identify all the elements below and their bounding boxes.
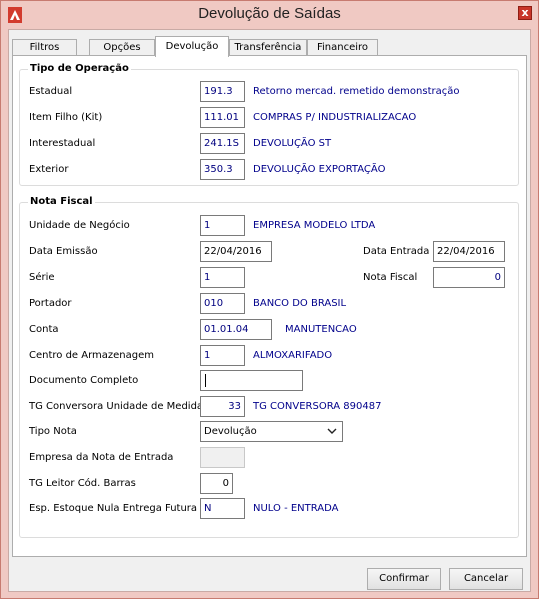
- input-documento-completo[interactable]: [200, 370, 303, 391]
- group-nota-fiscal: Nota Fiscal Unidade de Negócio 1 EMPRESA…: [19, 196, 519, 538]
- label-esp-estoque: Esp. Estoque Nula Entrega Futura: [29, 503, 198, 514]
- desc-centro-armazenagem: ALMOXARIFADO: [253, 350, 333, 361]
- desc-estadual: Retorno mercad. remetido demonstração: [253, 86, 460, 97]
- label-data-emissao: Data Emissão: [29, 246, 98, 257]
- confirm-button[interactable]: Confirmar: [367, 568, 441, 590]
- text-caret: [205, 374, 206, 387]
- input-data-emissao[interactable]: 22/04/2016: [200, 241, 272, 262]
- tab-filtros[interactable]: Filtros: [12, 39, 77, 56]
- select-tipo-nota[interactable]: Devolução: [200, 421, 343, 442]
- label-tipo-nota: Tipo Nota: [29, 426, 77, 437]
- label-tg-leitor: TG Leitor Cód. Barras: [29, 478, 136, 489]
- input-portador[interactable]: 010: [200, 293, 245, 314]
- label-tg-conversora: TG Conversora Unidade de Medida: [29, 401, 204, 412]
- dialog-window: Devolução de Saídas x Filtros Opções Dev…: [0, 0, 539, 599]
- input-conta[interactable]: 01.01.04: [200, 319, 272, 340]
- group-tipo-operacao: Tipo de Operação Estadual 191.3 Retorno …: [19, 63, 519, 186]
- title-bar[interactable]: Devolução de Saídas x: [1, 1, 538, 29]
- tab-opcoes[interactable]: Opções: [89, 39, 155, 56]
- tab-transferencia[interactable]: Transferência: [229, 39, 307, 56]
- desc-esp-estoque: NULO - ENTRADA: [253, 503, 339, 514]
- input-serie[interactable]: 1: [200, 267, 245, 288]
- input-unidade-negocio[interactable]: 1: [200, 215, 245, 236]
- cancel-button[interactable]: Cancelar: [449, 568, 523, 590]
- window-title: Devolução de Saídas: [198, 5, 341, 22]
- select-tipo-nota-value: Devolução: [204, 426, 257, 437]
- input-empresa-nota-entrada: [200, 447, 245, 468]
- label-unidade-negocio: Unidade de Negócio: [29, 220, 130, 231]
- input-interestadual[interactable]: 241.1S: [200, 133, 245, 154]
- desc-unidade-negocio: EMPRESA MODELO LTDA: [253, 220, 376, 231]
- desc-conta: MANUTENCAO: [285, 324, 357, 335]
- input-estadual[interactable]: 191.3: [200, 81, 245, 102]
- input-tg-conversora[interactable]: 33: [200, 396, 245, 417]
- input-item-filho[interactable]: 111.01: [200, 107, 245, 128]
- desc-interestadual: DEVOLUÇÃO ST: [253, 138, 332, 149]
- label-nota-fiscal: Nota Fiscal: [363, 272, 418, 283]
- input-centro-armazenagem[interactable]: 1: [200, 345, 245, 366]
- close-button[interactable]: x: [518, 6, 532, 20]
- input-nota-fiscal[interactable]: 0: [433, 267, 505, 288]
- group-title-nota-fiscal: Nota Fiscal: [28, 196, 95, 207]
- label-interestadual: Interestadual: [29, 138, 96, 149]
- desc-item-filho: COMPRAS P/ INDUSTRIALIZACAO: [253, 112, 417, 123]
- input-exterior[interactable]: 350.3: [200, 159, 245, 180]
- label-centro-armazenagem: Centro de Armazenagem: [29, 350, 155, 361]
- label-empresa-nota-entrada: Empresa da Nota de Entrada: [29, 452, 174, 463]
- label-item-filho: Item Filho (Kit): [29, 112, 103, 123]
- tab-financeiro[interactable]: Financeiro: [307, 39, 378, 56]
- label-serie: Série: [29, 272, 55, 283]
- label-portador: Portador: [29, 298, 72, 309]
- dialog-client-area: Filtros Opções Devolução Transferência F…: [8, 29, 531, 592]
- desc-portador: BANCO DO BRASIL: [253, 298, 347, 309]
- label-exterior: Exterior: [29, 164, 69, 175]
- label-documento-completo: Documento Completo: [29, 375, 139, 386]
- label-data-entrada: Data Entrada: [363, 246, 430, 257]
- tab-devolucao[interactable]: Devolução: [155, 36, 229, 57]
- input-tg-leitor[interactable]: 0: [200, 473, 233, 494]
- input-esp-estoque[interactable]: N: [200, 498, 245, 519]
- chevron-down-icon: [327, 428, 337, 434]
- desc-tg-conversora: TG CONVERSORA 890487: [253, 401, 382, 412]
- label-conta: Conta: [29, 324, 59, 335]
- label-estadual: Estadual: [29, 86, 73, 97]
- tab-panel-devolucao: Tipo de Operação Estadual 191.3 Retorno …: [12, 55, 527, 557]
- input-data-entrada[interactable]: 22/04/2016: [433, 241, 505, 262]
- group-title-tipo-operacao: Tipo de Operação: [28, 63, 131, 74]
- desc-exterior: DEVOLUÇÃO EXPORTAÇÃO: [253, 164, 386, 175]
